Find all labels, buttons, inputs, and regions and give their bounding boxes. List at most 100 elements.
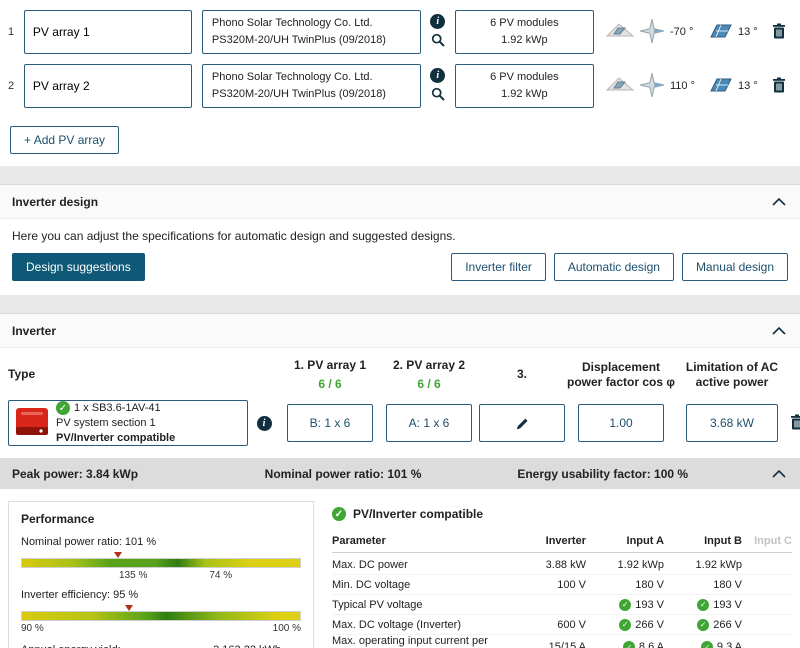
array1-status: 6 / 6 xyxy=(318,376,342,391)
automatic-design-button[interactable]: Automatic design xyxy=(553,253,674,281)
gauge-marker xyxy=(124,605,133,612)
tilt-panel-icon xyxy=(707,22,733,43)
module-power: 1.92 kWp xyxy=(501,88,548,100)
table-row: Min. DC voltage 100 V 180 V 180 V xyxy=(332,575,792,596)
check-icon: ✓ xyxy=(619,598,632,611)
column-pv-array-1: 1. PV array 1 6 / 6 xyxy=(280,358,380,392)
input-b-config[interactable]: B: 1 x 6 xyxy=(287,404,373,443)
delete-inverter-button[interactable] xyxy=(788,412,800,435)
trash-icon xyxy=(791,414,800,430)
check-icon: ✓ xyxy=(697,618,710,631)
array2-status: 6 / 6 xyxy=(417,376,441,391)
collapse-details-button[interactable] xyxy=(770,464,788,483)
nominal-power-ratio: Nominal power ratio: 101 % xyxy=(264,466,422,481)
efficiency-label: Inverter efficiency: 95 % xyxy=(21,589,139,602)
tilt-value: 13 ° xyxy=(738,80,758,92)
gauge-label: 74 % xyxy=(209,570,233,582)
edit-config-button[interactable] xyxy=(479,404,565,443)
module-count-box[interactable]: 6 PV modules 1.92 kWp xyxy=(454,10,594,54)
check-icon: ✓ xyxy=(619,618,632,631)
inverter-filter-button[interactable]: Inverter filter xyxy=(451,253,546,281)
energy-usability-factor: Energy usability factor: 100 % xyxy=(517,466,689,481)
chevron-up-icon xyxy=(772,326,786,335)
input-a-config[interactable]: A: 1 x 6 xyxy=(386,404,472,443)
azimuth-value: -70 ° xyxy=(670,26,694,38)
gauge-label: 100 % xyxy=(272,623,301,635)
module-selector[interactable]: Phono Solar Technology Co. Ltd. PS320M-2… xyxy=(201,10,421,54)
check-icon: ✓ xyxy=(622,641,635,648)
compass-icon xyxy=(639,18,665,47)
tilt-panel-icon xyxy=(707,76,733,97)
check-icon: ✓ xyxy=(332,507,346,522)
collapse-button[interactable] xyxy=(770,321,788,340)
roof-panel-icon xyxy=(605,20,635,45)
module-count: 6 PV modules xyxy=(490,16,559,29)
pv-system-section: PV system section 1 xyxy=(56,416,156,429)
inverter-summary-bar: Peak power: 3.84 kWp Nominal power ratio… xyxy=(0,458,800,490)
compat-table-header: Parameter Inverter Input A Input B Input… xyxy=(332,535,792,554)
module-manufacturer: Phono Solar Technology Co. Ltd. xyxy=(211,16,373,29)
inverter-name: 1 x SB3.6-1AV-41 xyxy=(74,401,161,414)
cos-phi-value[interactable]: 1.00 xyxy=(578,404,664,443)
search-icon[interactable] xyxy=(431,33,445,50)
check-icon: ✓ xyxy=(56,401,70,416)
inverter-type-box[interactable]: ✓ 1 x SB3.6-1AV-41 PV system section 1 P… xyxy=(8,400,248,447)
row-number: 2 xyxy=(8,80,15,92)
inverter-table-header: Type 1. PV array 1 6 / 6 2. PV array 2 6… xyxy=(0,348,800,400)
collapse-button[interactable] xyxy=(770,192,788,211)
compatibility-status: PV/Inverter compatible xyxy=(56,431,176,444)
pv-array-name-input[interactable] xyxy=(23,64,192,108)
plus-icon: + xyxy=(24,133,32,147)
delete-pv-array-button[interactable] xyxy=(770,21,788,44)
pv-arrays-section: 1 Phono Solar Technology Co. Ltd. PS320M… xyxy=(0,0,800,166)
performance-panel: Performance Nominal power ratio: 101 % 1… xyxy=(8,501,314,648)
inverter-design-section: Inverter design Here you can adjust the … xyxy=(0,184,800,295)
module-model: PS320M-20/UH TwinPlus (09/2018) xyxy=(211,88,386,100)
column-type: Type xyxy=(8,367,36,382)
section-description: Here you can adjust the specifications f… xyxy=(12,229,456,243)
pv-array-row-1: 1 Phono Solar Technology Co. Ltd. PS320M… xyxy=(8,10,792,54)
table-row: Max. DC voltage (Inverter) 600 V ✓ 266 V … xyxy=(332,615,792,636)
module-power: 1.92 kWp xyxy=(501,34,548,46)
compatibility-panel: ✓ PV/Inverter compatible Parameter Inver… xyxy=(332,501,792,648)
ac-limit-value[interactable]: 3.68 kW xyxy=(686,404,778,443)
column-cos-phi: Displacement power factor cos φ xyxy=(567,359,675,390)
module-manufacturer: Phono Solar Technology Co. Ltd. xyxy=(211,70,373,83)
search-icon[interactable] xyxy=(431,87,445,104)
check-icon: ✓ xyxy=(697,598,710,611)
chevron-up-icon xyxy=(772,470,786,478)
column-ac-limit: Limitation of AC active power xyxy=(685,359,779,390)
manual-design-button[interactable]: Manual design xyxy=(681,253,788,281)
roof-panel-icon xyxy=(605,74,635,99)
module-selector[interactable]: Phono Solar Technology Co. Ltd. PS320M-2… xyxy=(201,64,421,108)
gauge-label: 135 % xyxy=(119,570,148,582)
add-pv-array-button[interactable]: + Add PV array xyxy=(10,126,120,154)
inverter-row: ✓ 1 x SB3.6-1AV-41 PV system section 1 P… xyxy=(0,400,800,447)
pv-array-row-2: 2 Phono Solar Technology Co. Ltd. PS320M… xyxy=(8,64,792,108)
compatibility-title: PV/Inverter compatible xyxy=(353,507,484,522)
module-count-box[interactable]: 6 PV modules 1.92 kWp xyxy=(454,64,594,108)
trash-icon xyxy=(773,23,785,38)
column-3: 3. xyxy=(516,367,527,382)
compass-icon xyxy=(639,72,665,101)
nominal-ratio-label: Nominal power ratio: 101 % xyxy=(21,536,157,549)
nominal-ratio-gauge xyxy=(21,552,301,569)
table-row: Max. operating input current per MPPT 15… xyxy=(332,635,792,648)
section-title: Inverter xyxy=(12,323,57,338)
section-title: Inverter design xyxy=(12,194,99,209)
info-icon[interactable]: i xyxy=(256,416,272,432)
pencil-icon xyxy=(516,418,528,429)
module-model: PS320M-20/UH TwinPlus (09/2018) xyxy=(211,34,386,46)
delete-pv-array-button[interactable] xyxy=(770,75,788,98)
info-icon[interactable]: i xyxy=(430,68,446,83)
tilt-value: 13 ° xyxy=(738,26,758,38)
check-icon: ✓ xyxy=(700,641,713,648)
table-row: Typical PV voltage ✓ 193 V ✓ 193 V xyxy=(332,595,792,616)
info-icon[interactable]: i xyxy=(430,14,446,29)
column-pv-array-2: 2. PV array 2 6 / 6 xyxy=(380,358,478,392)
pv-array-name-input[interactable] xyxy=(23,10,192,54)
stat-row: Annual energy yield: 3,163.22 kWh xyxy=(21,644,301,648)
gauge-marker xyxy=(113,552,122,559)
design-suggestions-button[interactable]: Design suggestions xyxy=(12,253,145,281)
inverter-section: Inverter Type 1. PV array 1 6 / 6 2. PV … xyxy=(0,313,800,648)
